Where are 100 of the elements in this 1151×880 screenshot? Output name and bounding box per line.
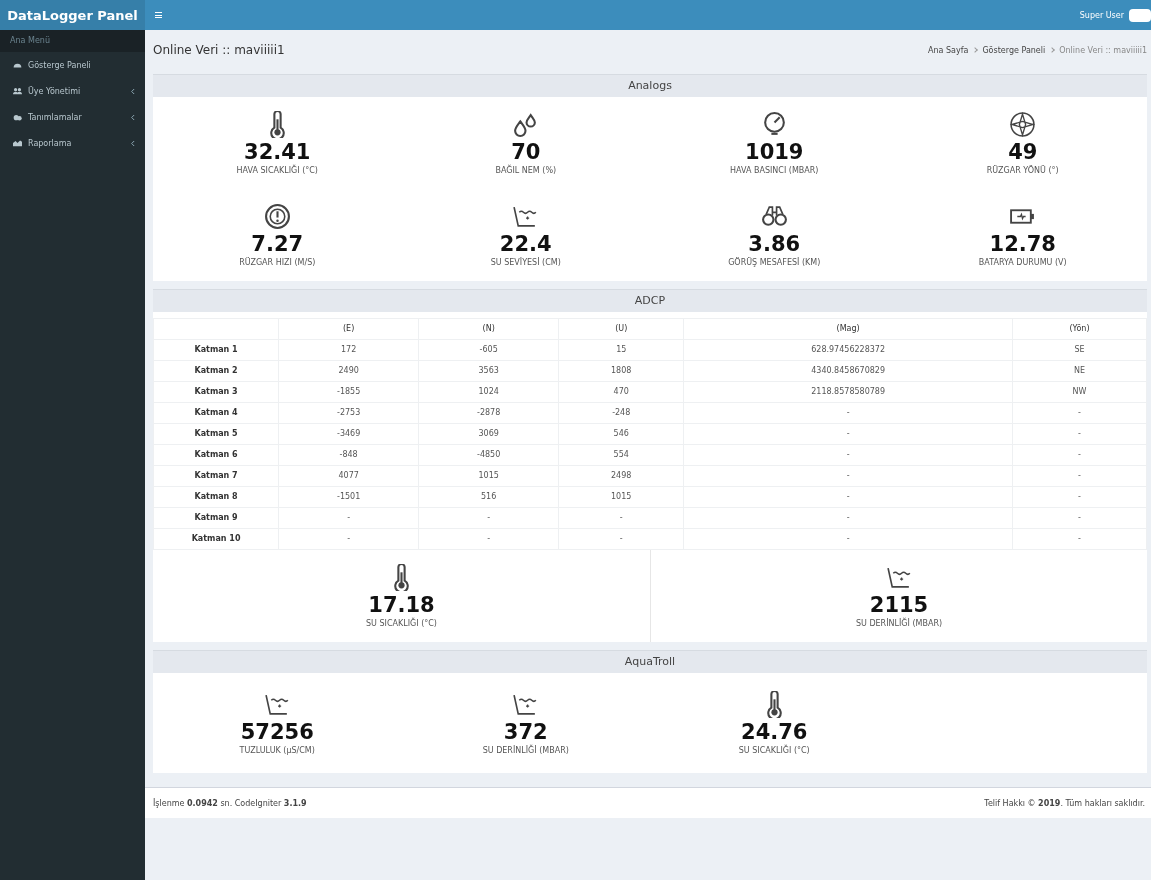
sensor-value: 17.18 bbox=[368, 592, 435, 617]
column-header: (Yön) bbox=[1012, 318, 1147, 340]
sensor-label: HAVA BASINCI (MBAR) bbox=[730, 166, 819, 175]
sidebar-item[interactable]: Üye Yönetimi bbox=[0, 78, 145, 104]
sensor-label: RÜZGAR YÖNÜ (°) bbox=[986, 166, 1059, 175]
table-cell: -4850 bbox=[418, 444, 559, 466]
table-cell: - bbox=[558, 507, 684, 529]
table-cell: - bbox=[683, 423, 1013, 445]
column-header: (Mag) bbox=[683, 318, 1013, 340]
table-cell: - bbox=[1012, 423, 1147, 445]
table-cell: - bbox=[683, 507, 1013, 529]
sensor-value: 22.4 bbox=[499, 231, 552, 257]
sensor-label: SU DERİNLİĞİ (MBAR) bbox=[482, 746, 569, 755]
sensor-value: 32.41 bbox=[244, 139, 311, 164]
chevron-icon bbox=[130, 139, 135, 147]
table-cell: - bbox=[683, 528, 1013, 550]
sensor-value: 1019 bbox=[745, 139, 804, 166]
column-header: (U) bbox=[558, 318, 684, 340]
table-cell: 4340.8458670829 bbox=[683, 360, 1013, 382]
brand-logo[interactable]: DataLogger Panel bbox=[0, 0, 145, 30]
dial-icon bbox=[263, 203, 291, 230]
sensor-value: 7.27 bbox=[251, 231, 304, 257]
sensor-value: 2115 bbox=[869, 592, 929, 617]
sensor-label: SU SICAKLIĞI (°C) bbox=[366, 619, 437, 628]
table-cell: - bbox=[278, 507, 419, 529]
sensor-value: 3.86 bbox=[748, 231, 801, 257]
table-cell: -1501 bbox=[278, 486, 419, 508]
row-header: Katman 8 bbox=[153, 486, 279, 508]
table-cell: NW bbox=[1012, 381, 1147, 403]
sensor-value: 49 bbox=[1008, 139, 1038, 165]
sensor-label: GÖRÜŞ MESAFESİ (KM) bbox=[728, 258, 821, 267]
table-cell: - bbox=[1012, 507, 1147, 529]
breadcrumb-link[interactable]: Ana Sayfa bbox=[928, 45, 969, 55]
chart-icon bbox=[13, 139, 22, 147]
sensor-value: 70 bbox=[511, 139, 541, 164]
table-cell: -3469 bbox=[278, 423, 419, 445]
chevron-icon bbox=[130, 87, 135, 95]
table-cell: 1015 bbox=[418, 465, 559, 487]
row-header: Katman 10 bbox=[153, 528, 279, 550]
table-cell: 3069 bbox=[418, 423, 559, 445]
table-cell: - bbox=[418, 507, 559, 529]
table-cell: -848 bbox=[278, 444, 419, 466]
table-cell: - bbox=[1012, 528, 1147, 550]
chevron-icon bbox=[130, 113, 135, 121]
row-header: Katman 4 bbox=[153, 402, 279, 424]
section-heading: Analogs bbox=[153, 74, 1147, 97]
table-cell: - bbox=[683, 486, 1013, 508]
table-cell: - bbox=[1012, 402, 1147, 424]
table-cell: NE bbox=[1012, 360, 1147, 382]
sidebar-item[interactable]: Tanımlamalar bbox=[0, 104, 145, 130]
table-cell: SE bbox=[1012, 339, 1147, 361]
table-cell: - bbox=[278, 528, 419, 550]
row-header: Katman 1 bbox=[153, 339, 279, 361]
table-cell: 3563 bbox=[418, 360, 559, 382]
table-cell: - bbox=[1012, 486, 1147, 508]
sensor-label: SU DERİNLİĞİ (MBAR) bbox=[855, 619, 943, 628]
table-cell: 4077 bbox=[278, 465, 419, 487]
sensor-label: RÜZGAR HIZI (M/S) bbox=[239, 258, 316, 267]
table-cell: 1024 bbox=[418, 381, 559, 403]
table-cell: - bbox=[558, 528, 684, 550]
table-cell: -605 bbox=[418, 339, 559, 361]
row-header: Katman 9 bbox=[153, 507, 279, 529]
sidebar-item[interactable]: Gösterge Paneli bbox=[0, 52, 145, 78]
row-header: Katman 2 bbox=[153, 360, 279, 382]
user-avatar[interactable] bbox=[1129, 8, 1151, 22]
table-cell: 172 bbox=[278, 339, 419, 361]
user-name[interactable]: Super User bbox=[1079, 10, 1124, 20]
footer-text: İşlenme 0.0942 sn. CodeIgniter 3.1.9 bbox=[153, 798, 307, 808]
sensor-label: TUZLULUK (µS/CM) bbox=[239, 746, 315, 755]
table-cell: - bbox=[418, 528, 559, 550]
table-cell: - bbox=[1012, 444, 1147, 466]
row-header: Katman 5 bbox=[153, 423, 279, 445]
sensor-label: SU SEVİYESİ (CM) bbox=[490, 258, 561, 267]
table-cell: 2118.8578580789 bbox=[683, 381, 1013, 403]
copyright-text: Telif Hakkı © 2019. Tüm hakları saklıdır. bbox=[984, 798, 1145, 808]
column-header: (N) bbox=[418, 318, 559, 340]
table-cell: 1015 bbox=[558, 486, 684, 508]
table-cell: 2498 bbox=[558, 465, 684, 487]
table-cell: 1808 bbox=[558, 360, 684, 382]
table-cell: 516 bbox=[418, 486, 559, 508]
sensor-value: 57256 bbox=[240, 719, 314, 746]
sensor-value: 372 bbox=[503, 719, 548, 744]
table-cell: -2878 bbox=[418, 402, 559, 424]
table-cell: -248 bbox=[558, 402, 684, 424]
table-cell: - bbox=[683, 444, 1013, 466]
sensor-value: 24.76 bbox=[741, 719, 808, 744]
sensor-label: HAVA SICAKLIĞI (°C) bbox=[236, 166, 318, 175]
table-cell: 554 bbox=[558, 444, 684, 466]
sidebar-item[interactable]: Raporlama bbox=[0, 130, 145, 156]
table-cell: -2753 bbox=[278, 402, 419, 424]
sensor-value: 12.78 bbox=[989, 231, 1056, 258]
table-cell: - bbox=[1012, 465, 1147, 487]
users-icon bbox=[13, 87, 22, 95]
row-header: Katman 6 bbox=[153, 444, 279, 466]
sensor-label: BAĞIL NEM (%) bbox=[495, 166, 557, 175]
row-header: Katman 3 bbox=[153, 381, 279, 403]
breadcrumb-link[interactable]: Gösterge Paneli bbox=[982, 45, 1046, 55]
menu-icon[interactable] bbox=[155, 12, 162, 18]
row-header: Katman 7 bbox=[153, 465, 279, 487]
dashboard-icon bbox=[13, 61, 22, 69]
